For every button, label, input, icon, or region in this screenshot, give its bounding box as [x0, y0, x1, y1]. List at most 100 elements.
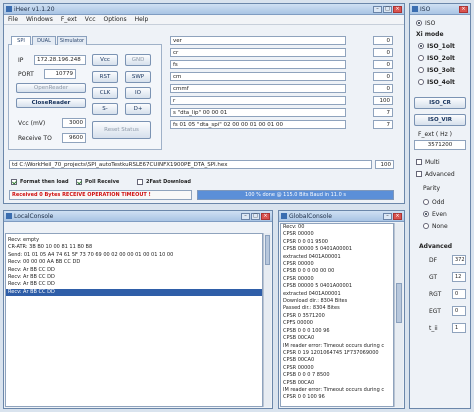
command-value-field[interactable]: 7 — [373, 108, 393, 117]
io-button[interactable]: IO — [125, 87, 151, 99]
parity-option-label: Even — [432, 211, 447, 218]
tab-simulator[interactable]: Simulator — [57, 36, 87, 45]
advanced-param-field[interactable]: 0 — [452, 306, 466, 316]
console-line: CPFS 00000 — [283, 320, 313, 327]
menu-options[interactable]: Options — [104, 16, 127, 23]
close-icon[interactable]: × — [393, 212, 402, 220]
close-reader-button[interactable]: CloseReader — [16, 98, 86, 108]
iso-vir-button[interactable]: ISO_VIR — [414, 114, 466, 126]
console-icon — [281, 213, 287, 219]
command-field[interactable]: r — [170, 96, 346, 105]
menu-vcc[interactable]: Vcc — [85, 16, 96, 23]
maximize-icon[interactable]: □ — [251, 212, 260, 220]
advanced-param-field[interactable]: 0 — [452, 289, 466, 299]
receive-to-field[interactable]: 9600 — [62, 133, 86, 143]
swp-button[interactable]: SWP — [125, 71, 151, 83]
command-field[interactable]: ver — [170, 36, 346, 45]
console-line: CPSR 00000 — [283, 261, 314, 268]
iso-radio[interactable] — [416, 20, 422, 26]
command-field[interactable]: s "dta_lip" 00 00 01 — [170, 108, 346, 117]
command-value-field[interactable]: 0 — [373, 60, 393, 69]
main-titlebar[interactable]: iHeer v1.1.20 – □ × — [4, 4, 404, 15]
console-line: IM reader error: Timeout occurs during c — [283, 386, 385, 393]
minimize-icon[interactable]: – — [383, 212, 392, 220]
console-line: CPSB 00000 5 0401A00001 — [283, 246, 353, 253]
command-field[interactable]: fs — [170, 60, 346, 69]
console-line: Recv: Ar BB CC DD — [6, 288, 262, 297]
menu-windows[interactable]: Windows — [26, 16, 53, 23]
reset-status-button[interactable]: Reset Status — [92, 121, 151, 139]
xi-mode-label-item: ISO_1olt — [427, 43, 455, 50]
xi-mode-radio[interactable] — [418, 55, 424, 61]
local-console-title: LocalConsole — [14, 212, 54, 220]
advanced-param-field[interactable]: 1 — [452, 323, 466, 333]
gnd-button[interactable]: GND — [125, 54, 151, 66]
parity-radio[interactable] — [423, 199, 429, 205]
console-line: Download dir.: 8304 Bites — [283, 298, 348, 305]
scroll-thumb[interactable] — [265, 235, 270, 265]
iso-cr-button[interactable]: ISO_CR — [414, 97, 466, 109]
dplus-button[interactable]: D+ — [125, 103, 151, 115]
open-reader-button[interactable]: OpenReader — [16, 83, 86, 93]
xi-mode-radio[interactable] — [418, 43, 424, 49]
tab-spi[interactable]: SPI — [11, 36, 31, 45]
console-line: CPSR 00000 — [283, 231, 314, 238]
console-line: IM reader error: Timeout occurs during c — [283, 342, 385, 349]
minimize-icon[interactable]: – — [241, 212, 250, 220]
local-console-scrollbar[interactable] — [263, 233, 271, 407]
fext-label: F_ext ( Hz ) — [418, 131, 453, 138]
parity-option-label: None — [432, 223, 448, 230]
advanced-param-label: DF — [429, 257, 438, 264]
console-line: Send: 01 01 05 A4 74 61 5F 73 70 69 00 0… — [8, 251, 174, 258]
command-value-field[interactable]: 0 — [373, 48, 393, 57]
local-console-text[interactable]: Recv: empty CR-ATR: 3B B0 10 00 81 11 B0 … — [5, 233, 263, 407]
xi-mode-radio[interactable] — [418, 67, 424, 73]
command-field[interactable]: fs 01 05 "dta_spi" 02 00 00 01 00 01 00 — [170, 120, 346, 129]
command-field[interactable]: cr — [170, 48, 346, 57]
global-console-scrollbar[interactable] — [394, 223, 403, 407]
advanced-param-label: t_ii — [429, 325, 438, 332]
command-value-field[interactable]: 100 — [373, 96, 393, 105]
parity-radio[interactable] — [423, 211, 429, 217]
hex-path-number-field[interactable]: 100 — [375, 160, 394, 169]
command-value-field[interactable]: 7 — [373, 120, 393, 129]
vcc-field[interactable]: 3000 — [62, 118, 86, 128]
menu-fext[interactable]: F_ext — [61, 16, 77, 23]
command-value-field[interactable]: 0 — [373, 72, 393, 81]
advanced-checkbox[interactable] — [416, 171, 422, 177]
poll-receive-checkbox[interactable] — [76, 179, 82, 185]
minimize-icon[interactable]: – — [373, 5, 382, 13]
close-icon[interactable]: × — [459, 5, 468, 13]
global-console-titlebar[interactable]: GlobalConsole – × — [279, 211, 404, 222]
port-field[interactable]: 10779 — [44, 69, 76, 79]
fast-download-checkbox[interactable] — [137, 179, 143, 185]
advanced-param-field[interactable]: 12 — [452, 272, 466, 282]
local-console-titlebar[interactable]: LocalConsole – □ × — [4, 211, 272, 222]
rst-button[interactable]: RST — [92, 71, 118, 83]
clk-button[interactable]: CLK — [92, 87, 118, 99]
xi-mode-radio[interactable] — [418, 79, 424, 85]
command-field[interactable]: cmmf — [170, 84, 346, 93]
global-console-text[interactable]: Recv: 00 CPSR 00000 CPSR 0 0 01 9500 CPSB 0… — [280, 223, 394, 407]
menu-help[interactable]: Help — [135, 16, 149, 23]
scroll-thumb[interactable] — [396, 283, 402, 323]
fext-field[interactable]: 3571200 — [414, 140, 466, 150]
format-then-load-checkbox[interactable] — [11, 179, 17, 185]
command-field[interactable]: cm — [170, 72, 346, 81]
iso-titlebar[interactable]: ISO × — [410, 4, 470, 15]
close-icon[interactable]: × — [393, 5, 402, 13]
vcc-button[interactable]: Vcc — [92, 54, 118, 66]
tab-dual[interactable]: DUAL — [32, 36, 56, 45]
ip-field[interactable]: 172.28.196.248 — [34, 55, 86, 65]
maximize-icon[interactable]: □ — [383, 5, 392, 13]
menu-file[interactable]: File — [8, 16, 18, 23]
command-value-field[interactable]: 0 — [373, 84, 393, 93]
hex-path-field[interactable]: td C:\WorkHeil_70_projects\SPI_autoTestk… — [9, 160, 372, 169]
close-icon[interactable]: × — [261, 212, 270, 220]
command-value-field[interactable]: 0 — [373, 36, 393, 45]
advanced-param-field[interactable]: 372 — [452, 255, 466, 265]
s-button[interactable]: S- — [92, 103, 118, 115]
xi-mode-label: Xi mode — [416, 31, 444, 38]
parity-radio[interactable] — [423, 223, 429, 229]
multi-checkbox[interactable] — [416, 159, 422, 165]
